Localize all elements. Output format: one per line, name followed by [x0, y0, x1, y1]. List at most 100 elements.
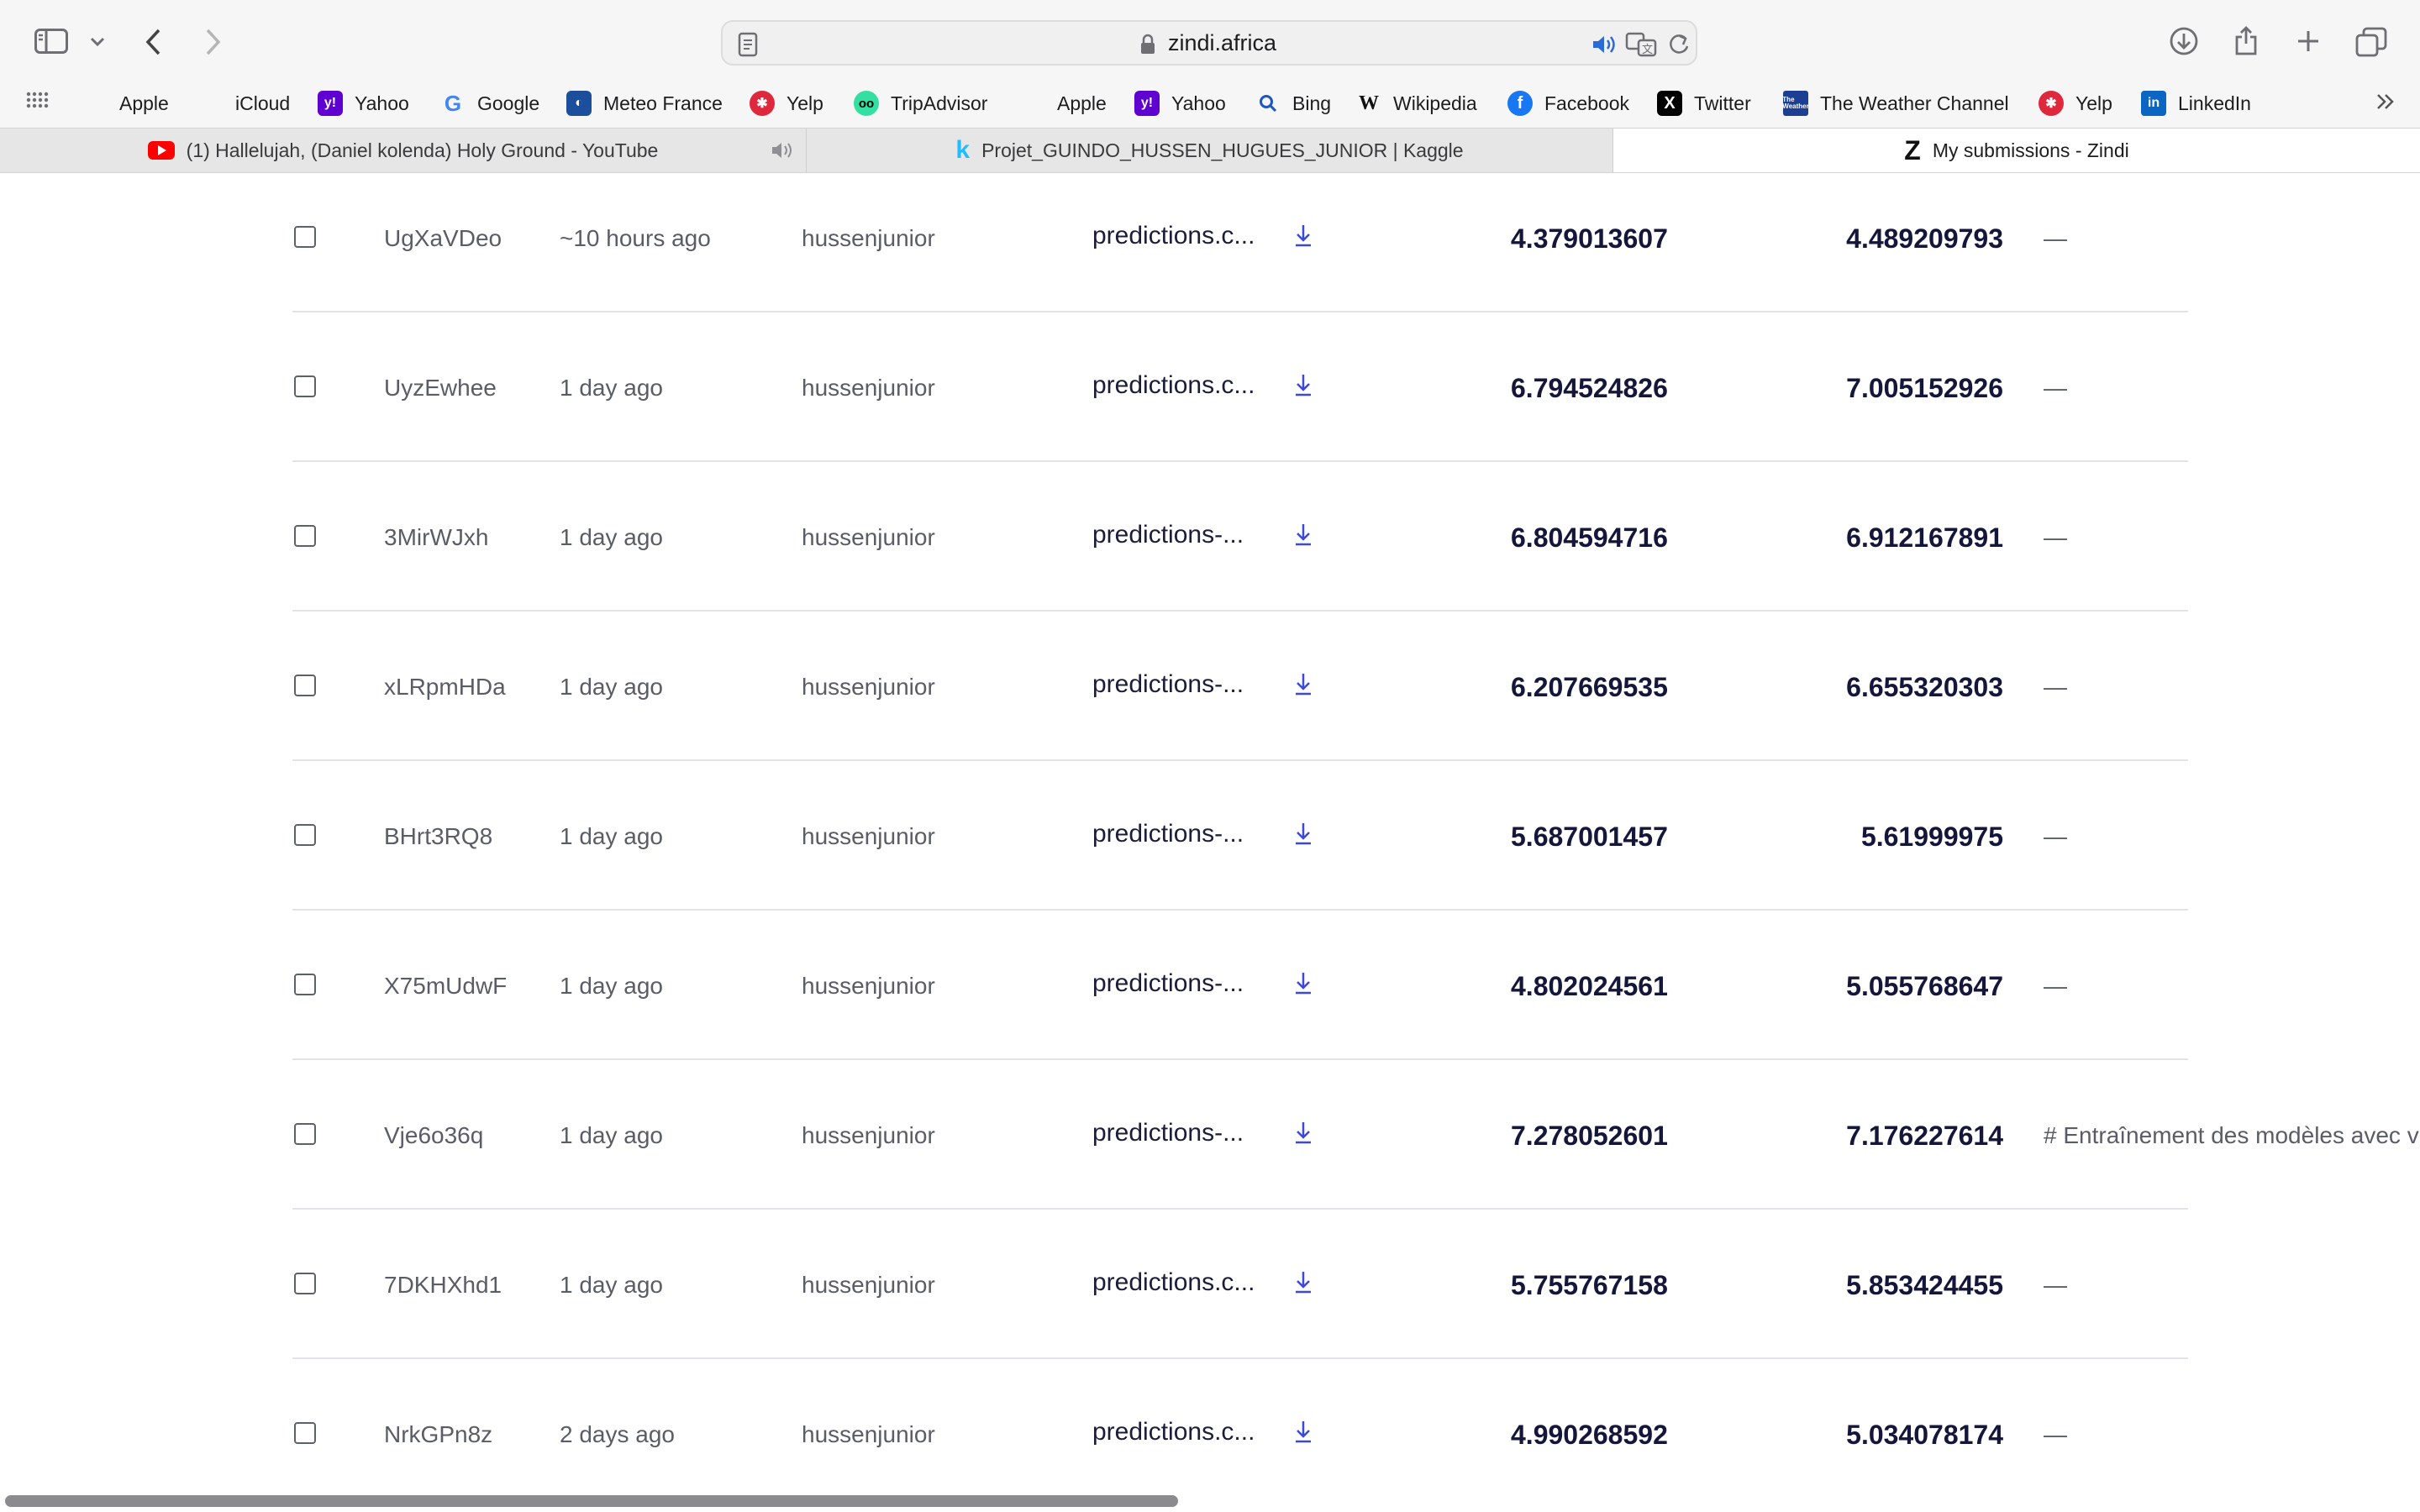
bookmark-facebook[interactable]: f Facebook — [1507, 89, 1629, 118]
submission-file[interactable]: predictions-... — [1092, 521, 1244, 549]
private-score: 5.853424455 — [1846, 1270, 2003, 1300]
tab-youtube[interactable]: (1) Hallelujah, (Daniel kolenda) Holy Gr… — [0, 129, 807, 172]
table-row: 3MirWJxh 1 day ago hussenjunior predicti… — [0, 460, 2420, 610]
download-icon[interactable] — [1294, 971, 1313, 1000]
bookmark-label: Apple — [119, 92, 169, 114]
public-score: 6.794524826 — [1511, 373, 1668, 403]
bookmark-tripadvisor[interactable]: oo TripAdvisor — [854, 89, 987, 118]
new-tab-icon[interactable] — [2294, 27, 2323, 55]
meteo-france-icon: ◐ — [566, 91, 592, 116]
bookmark-meteo-france[interactable]: ◐ Meteo France — [566, 89, 723, 118]
submission-file[interactable]: predictions-... — [1092, 670, 1244, 699]
submission-file[interactable]: predictions.c... — [1092, 1268, 1255, 1297]
bookmark-yelp-2[interactable]: ✱ Yelp — [2039, 89, 2112, 118]
page-icon — [738, 32, 758, 61]
submission-comment: # Entraînement des modèles avec v — [2044, 1122, 2419, 1148]
bookmark-apple[interactable]: Apple — [82, 89, 169, 118]
table-row: Vje6o36q 1 day ago hussenjunior predicti… — [0, 1058, 2420, 1208]
submission-user: hussenjunior — [802, 1421, 935, 1447]
download-icon[interactable] — [1294, 1270, 1313, 1299]
submission-date: 2 days ago — [560, 1421, 675, 1447]
download-icon[interactable] — [1294, 223, 1313, 253]
bookmark-label: Yelp — [786, 92, 823, 114]
row-checkbox[interactable] — [294, 1123, 316, 1145]
bookmark-label: Apple — [1057, 92, 1107, 114]
submission-file[interactable]: predictions-... — [1092, 820, 1244, 848]
bookmark-weather-channel[interactable]: The Weather The Weather Channel — [1782, 89, 2009, 118]
submission-file[interactable]: predictions-... — [1092, 1119, 1244, 1147]
download-icon[interactable] — [1294, 672, 1313, 701]
table-row: X75mUdwF 1 day ago hussenjunior predicti… — [0, 909, 2420, 1058]
row-checkbox[interactable] — [294, 1422, 316, 1444]
browser-toolbar: zindi.africa 文 — [0, 0, 2420, 81]
weather-channel-icon: The Weather — [1782, 91, 1809, 116]
tab-overview-icon[interactable] — [2354, 25, 2388, 59]
download-icon[interactable] — [1294, 522, 1313, 552]
tab-bar: (1) Hallelujah, (Daniel kolenda) Holy Gr… — [0, 128, 2420, 173]
sidebar-toggle-icon[interactable] — [34, 27, 69, 55]
share-icon[interactable] — [2232, 24, 2260, 57]
tripadvisor-icon: oo — [854, 91, 879, 116]
submission-file[interactable]: predictions.c... — [1092, 371, 1255, 400]
submission-comment: — — [2044, 973, 2067, 999]
bookmark-linkedin[interactable]: in LinkedIn — [2141, 89, 2251, 118]
download-icon[interactable] — [1294, 1420, 1313, 1449]
apps-grid-icon[interactable] — [25, 91, 49, 118]
bookmark-label: Twitter — [1694, 92, 1751, 114]
submission-file[interactable]: predictions.c... — [1092, 1418, 1255, 1446]
address-bar[interactable]: zindi.africa 文 — [721, 20, 1697, 66]
bookmark-yelp[interactable]: ✱ Yelp — [750, 89, 823, 118]
more-bookmarks-icon[interactable] — [2375, 87, 2396, 120]
bookmark-yahoo[interactable]: y! Yahoo — [318, 89, 409, 118]
translate-icon[interactable]: 文 — [1625, 32, 1659, 61]
chevron-down-icon[interactable] — [87, 32, 108, 52]
bookmark-label: TripAdvisor — [891, 92, 988, 114]
tab-zindi[interactable]: Z My submissions - Zindi — [1613, 129, 2420, 172]
submission-user: hussenjunior — [802, 823, 935, 849]
submission-file[interactable]: predictions.c... — [1092, 222, 1255, 250]
bookmark-apple-2[interactable]: Apple — [1020, 89, 1107, 118]
submission-comment: — — [2044, 524, 2067, 550]
row-checkbox[interactable] — [294, 375, 316, 397]
bookmark-wikipedia[interactable]: W Wikipedia — [1356, 89, 1477, 118]
tab-label: Projet_GUINDO_HUSSEN_HUGUES_JUNIOR | Kag… — [981, 139, 1464, 161]
tab-kaggle[interactable]: k Projet_GUINDO_HUSSEN_HUGUES_JUNIOR | K… — [807, 129, 1613, 172]
speaker-icon[interactable] — [1591, 34, 1618, 60]
bookmark-icloud[interactable]: iCloud — [198, 89, 290, 118]
yahoo-icon: y! — [1134, 91, 1160, 116]
horizontal-scrollbar[interactable] — [5, 1495, 1178, 1507]
yelp-icon: ✱ — [750, 91, 775, 116]
submission-id: Vje6o36q — [384, 1122, 484, 1148]
public-score: 4.379013607 — [1511, 223, 1668, 254]
row-checkbox[interactable] — [294, 1273, 316, 1294]
row-checkbox[interactable] — [294, 824, 316, 846]
downloads-icon[interactable] — [2168, 25, 2200, 57]
bookmark-bing[interactable]: Bing — [1255, 89, 1331, 118]
bookmark-google[interactable]: G Google — [440, 89, 539, 118]
bookmark-twitter[interactable]: X Twitter — [1657, 89, 1751, 118]
row-divider — [292, 909, 2188, 911]
forward-icon[interactable] — [202, 25, 225, 59]
public-score: 6.804594716 — [1511, 522, 1668, 553]
back-icon[interactable] — [141, 25, 165, 59]
row-checkbox[interactable] — [294, 226, 316, 248]
row-checkbox[interactable] — [294, 675, 316, 696]
submission-date: 1 day ago — [560, 1272, 663, 1298]
submission-file[interactable]: predictions-... — [1092, 969, 1244, 998]
bookmark-label: Yahoo — [1171, 92, 1226, 114]
reload-icon[interactable] — [1667, 32, 1691, 61]
bookmark-label: Facebook — [1544, 92, 1630, 114]
table-row: BHrt3RQ8 1 day ago hussenjunior predicti… — [0, 759, 2420, 909]
bookmark-label: iCloud — [235, 92, 291, 114]
download-icon[interactable] — [1294, 373, 1313, 402]
submission-user: hussenjunior — [802, 674, 935, 700]
download-icon[interactable] — [1294, 822, 1313, 851]
row-checkbox[interactable] — [294, 525, 316, 547]
row-checkbox[interactable] — [294, 974, 316, 995]
download-icon[interactable] — [1294, 1121, 1313, 1150]
bookmark-yahoo-2[interactable]: y! Yahoo — [1134, 89, 1226, 118]
speaker-icon[interactable] — [771, 140, 796, 165]
submission-id: NrkGPn8z — [384, 1421, 493, 1447]
private-score: 5.61999975 — [1860, 822, 2003, 852]
apple-icon — [1020, 91, 1045, 116]
